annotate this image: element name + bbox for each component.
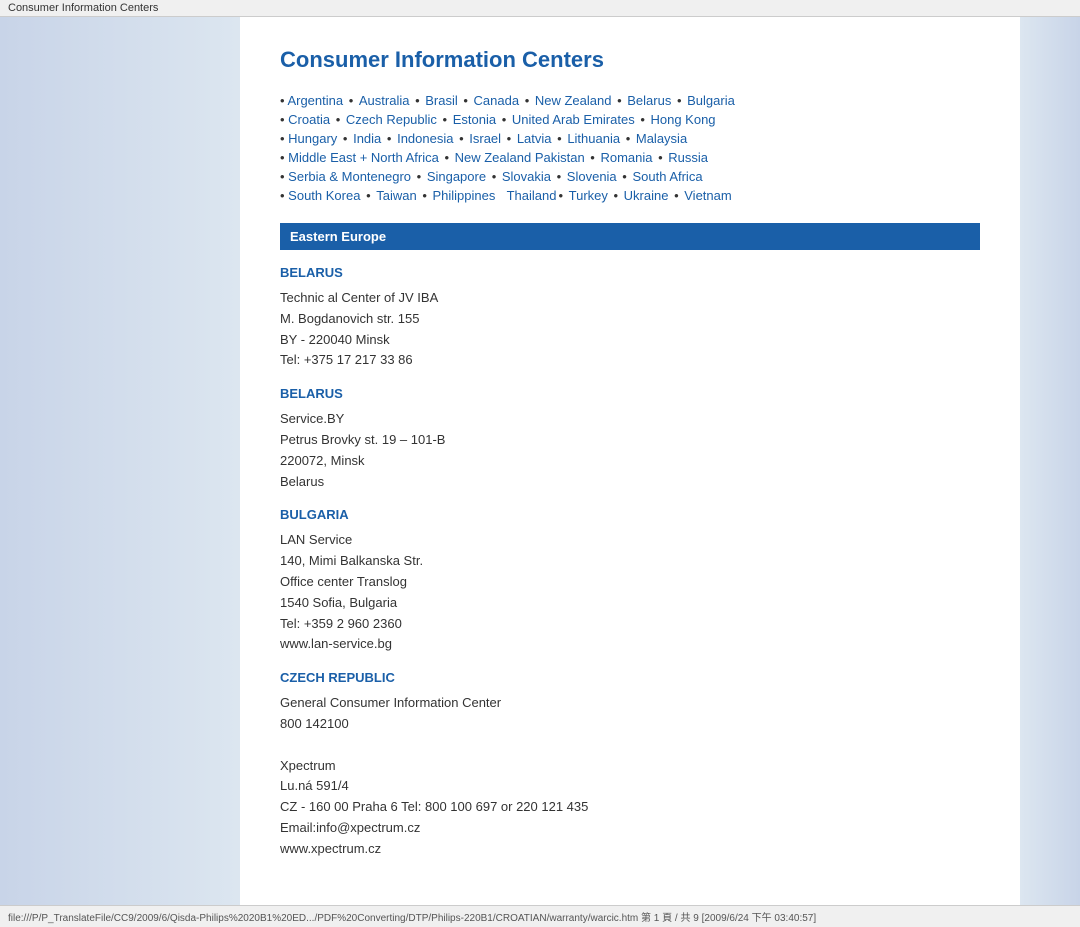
links-row-6: South Korea • Taiwan • Philippines Thail…: [280, 188, 980, 203]
link-malaysia[interactable]: Malaysia: [636, 131, 687, 146]
country-czech: CZECH REPUBLIC General Consumer Informat…: [280, 670, 980, 859]
link-israel[interactable]: Israel: [469, 131, 501, 146]
link-singapore[interactable]: Singapore: [427, 169, 486, 184]
link-nz-pakistan[interactable]: New Zealand Pakistan: [455, 150, 585, 165]
links-row-5: Serbia & Montenegro • Singapore • Slovak…: [280, 169, 980, 184]
link-canada[interactable]: Canada: [474, 93, 520, 108]
link-indonesia[interactable]: Indonesia: [397, 131, 453, 146]
link-brasil[interactable]: Brasil: [425, 93, 458, 108]
link-czech-republic[interactable]: Czech Republic: [346, 112, 437, 127]
country-bulgaria: BULGARIA LAN Service 140, Mimi Balkanska…: [280, 507, 980, 655]
link-south-korea[interactable]: South Korea: [288, 188, 360, 203]
link-hong-kong[interactable]: Hong Kong: [650, 112, 715, 127]
link-slovenia[interactable]: Slovenia: [567, 169, 617, 184]
link-argentina[interactable]: Argentina: [287, 93, 343, 108]
link-vietnam[interactable]: Vietnam: [684, 188, 731, 203]
top-bar-title: Consumer Information Centers: [8, 2, 158, 14]
address-belarus1: Technic al Center of JV IBA M. Bogdanovi…: [280, 288, 980, 371]
country-heading-czech: CZECH REPUBLIC: [280, 670, 980, 685]
link-taiwan[interactable]: Taiwan: [376, 188, 416, 203]
links-row-2: Croatia • Czech Republic • Estonia • Uni…: [280, 112, 980, 127]
country-belarus-2: BELARUS Service.BY Petrus Brovky st. 19 …: [280, 386, 980, 492]
link-uae[interactable]: United Arab Emirates: [512, 112, 635, 127]
country-heading-belarus2: BELARUS: [280, 386, 980, 401]
bottom-bar: file:///P/P_TranslateFile/CC9/2009/6/Qis…: [0, 905, 1080, 927]
top-bar: Consumer Information Centers: [0, 0, 1080, 17]
link-india[interactable]: India: [353, 131, 381, 146]
link-middle-east[interactable]: Middle East + North Africa: [288, 150, 439, 165]
links-row-4: Middle East + North Africa • New Zealand…: [280, 150, 980, 165]
link-serbia[interactable]: Serbia & Montenegro: [288, 169, 411, 184]
link-romania[interactable]: Romania: [600, 150, 652, 165]
link-lithuania[interactable]: Lithuania: [567, 131, 620, 146]
link-thailand[interactable]: Thailand: [507, 188, 557, 203]
sidebar-left: [0, 17, 240, 905]
link-turkey[interactable]: Turkey: [569, 188, 608, 203]
link-new-zealand[interactable]: New Zealand: [535, 93, 612, 108]
link-philippines[interactable]: Philippines: [432, 188, 495, 203]
links-section: Argentina • Australia • Brasil • Canada …: [280, 93, 980, 203]
country-belarus-1: BELARUS Technic al Center of JV IBA M. B…: [280, 265, 980, 371]
country-heading-belarus1: BELARUS: [280, 265, 980, 280]
link-croatia[interactable]: Croatia: [288, 112, 330, 127]
link-latvia[interactable]: Latvia: [517, 131, 552, 146]
sidebar-right: [1020, 17, 1080, 905]
link-south-africa[interactable]: South Africa: [632, 169, 702, 184]
country-heading-bulgaria: BULGARIA: [280, 507, 980, 522]
link-hungary[interactable]: Hungary: [288, 131, 337, 146]
link-russia[interactable]: Russia: [668, 150, 708, 165]
main-layout: Consumer Information Centers Argentina •…: [0, 17, 1080, 905]
content-area: Consumer Information Centers Argentina •…: [240, 17, 1020, 905]
address-bulgaria: LAN Service 140, Mimi Balkanska Str. Off…: [280, 530, 980, 655]
links-row-1: Argentina • Australia • Brasil • Canada …: [280, 93, 980, 108]
link-estonia[interactable]: Estonia: [453, 112, 496, 127]
link-bulgaria[interactable]: Bulgaria: [687, 93, 735, 108]
links-list: Argentina • Australia • Brasil • Canada …: [280, 93, 980, 203]
link-slovakia[interactable]: Slovakia: [502, 169, 551, 184]
bottom-bar-text: file:///P/P_TranslateFile/CC9/2009/6/Qis…: [8, 913, 816, 924]
link-ukraine[interactable]: Ukraine: [624, 188, 669, 203]
link-australia[interactable]: Australia: [359, 93, 410, 108]
link-belarus[interactable]: Belarus: [627, 93, 671, 108]
page-title: Consumer Information Centers: [280, 47, 980, 73]
links-row-3: Hungary • India • Indonesia • Israel • L…: [280, 131, 980, 146]
section-header: Eastern Europe: [280, 223, 980, 250]
address-belarus2: Service.BY Petrus Brovky st. 19 – 101-B …: [280, 409, 980, 492]
address-czech: General Consumer Information Center 800 …: [280, 693, 980, 859]
